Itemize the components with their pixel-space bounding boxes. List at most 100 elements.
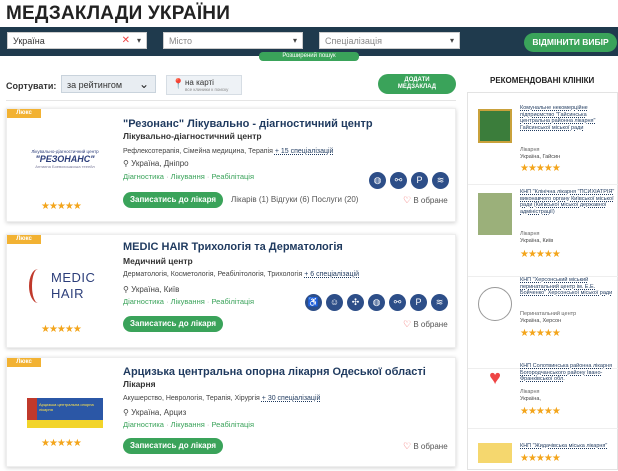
- specialization-placeholder: Спеціалізація: [325, 36, 382, 46]
- location-pin-icon: ⚲: [123, 408, 129, 417]
- city-placeholder: Місто: [169, 36, 193, 46]
- clinic-specs: Акушерство, Неврологія, Терапія, Хірургі…: [123, 395, 320, 402]
- clinic-name[interactable]: Арцизька центральна опорна лікарня Одесь…: [123, 366, 426, 378]
- wifi-icon: ≋: [431, 294, 448, 311]
- sort-value: за рейтингом: [67, 80, 123, 90]
- recommended-location: Україна,: [520, 396, 541, 402]
- map-hint: все клиники к поиску: [185, 87, 229, 92]
- recommended-name[interactable]: Комунальне некомерційне підприємство "Га…: [520, 105, 616, 131]
- location-text: Україна, Київ: [131, 285, 180, 294]
- logo-line: HAIR: [51, 286, 85, 301]
- lux-badge: Люкс: [7, 358, 41, 367]
- recommended-name[interactable]: КНП "Клінічна лікарня "ПСИХІАТРІЯ" викон…: [520, 189, 616, 215]
- lab-icon: ✣: [347, 294, 364, 311]
- recommended-name[interactable]: КНП "Жидачівська міська лікарня": [520, 443, 616, 450]
- payment-icon: ⚯: [389, 294, 406, 311]
- recommended-item[interactable]: КНП "Клінічна лікарня "ПСИХІАТРІЯ" викон…: [468, 185, 618, 277]
- clinic-type: Лікувально-діагностичний центр: [123, 131, 262, 141]
- city-select[interactable]: Місто ▾: [163, 32, 303, 49]
- lux-badge: Люкс: [7, 109, 41, 118]
- clinic-card: Люкс Арцизька центральна опорна лікарня …: [6, 357, 456, 467]
- rating-stars: ★★★★★: [520, 406, 561, 417]
- clinic-card: Люкс MEDIC HAIR ★★★★★ MEDIC HAIR Трихоло…: [6, 234, 456, 348]
- logo-line: Антиина Боевохошкська тееейл: [35, 164, 95, 169]
- tag: Лікування: [170, 420, 205, 429]
- reset-button[interactable]: ВІДМІНИТИ ВИБІР: [524, 33, 617, 52]
- recommended-item[interactable]: КНП "Херсонський міський перинатальний ц…: [468, 277, 618, 369]
- rating-stars: ★★★★★: [41, 324, 82, 335]
- location-text: Україна, Арциз: [131, 408, 187, 417]
- wifi-icon: ≋: [432, 172, 449, 189]
- payment-icon: ⚯: [390, 172, 407, 189]
- rating-stars: ★★★★★: [520, 163, 561, 174]
- location-text: Україна, Дніпро: [131, 159, 189, 168]
- add-clinic-button[interactable]: ДОДАТИ МЕДЗАКЛАД: [378, 74, 456, 94]
- recommended-type: Лікарня: [520, 147, 540, 153]
- logo-mark: [29, 269, 47, 303]
- specialization-select[interactable]: Спеціалізація ▾: [319, 32, 460, 49]
- clinic-location: ⚲ Україна, Арциз: [123, 408, 186, 417]
- heart-logo-icon: ♥: [489, 367, 501, 389]
- clinic-type: Лікарня: [123, 379, 156, 389]
- favorite-button[interactable]: ♡ В обране: [403, 441, 448, 452]
- chevron-down-icon: ▾: [292, 36, 297, 45]
- specs-more-link[interactable]: + 30 спеціалізацій: [262, 395, 321, 402]
- tag: Діагностика: [123, 297, 164, 306]
- recommended-panel: Комунальне некомерційне підприємство "Га…: [467, 92, 618, 470]
- tag: Реабілітація: [211, 172, 255, 181]
- clinic-logo[interactable]: MEDIC HAIR: [29, 267, 109, 307]
- book-doctor-button[interactable]: Записатись до лікаря: [123, 316, 223, 332]
- book-doctor-button[interactable]: Записатись до лікаря: [123, 192, 223, 208]
- clinic-card: Люкс Лікувально-діагностичний центр "РЕЗ…: [6, 108, 456, 222]
- location-pin-icon: ⚲: [123, 285, 129, 294]
- clinic-location: ⚲ Україна, Дніпро: [123, 159, 189, 168]
- page-title: МЕДЗАКЛАДИ УКРАЇНИ: [6, 3, 231, 24]
- book-doctor-button[interactable]: Записатись до лікаря: [123, 438, 223, 454]
- tag: Діагностика: [123, 172, 164, 181]
- chevron-down-icon: ▾: [136, 36, 141, 45]
- globe-icon: ◍: [369, 172, 386, 189]
- clear-icon[interactable]: ✕: [122, 35, 130, 46]
- specs-more-link[interactable]: + 6 спеціалізацій: [304, 271, 359, 278]
- map-label: на карті: [185, 78, 214, 87]
- location-pin-icon: ⚲: [123, 159, 129, 168]
- heart-icon: ♡: [403, 441, 412, 451]
- clinic-logo[interactable]: Арцизька центральна опорна лікарня: [27, 398, 103, 428]
- clinic-name[interactable]: "Резонанс" Лікувально - діагностичний це…: [123, 118, 373, 130]
- logo-line: "РЕЗОНАНС": [35, 154, 95, 164]
- rating-stars: ★★★★★: [41, 201, 82, 212]
- favorite-button[interactable]: ♡ В обране: [403, 319, 448, 330]
- parking-icon: P: [410, 294, 427, 311]
- recommended-item[interactable]: ♥ КНП Солотвинська районна лікарня Богор…: [468, 363, 618, 429]
- recommended-item[interactable]: Комунальне некомерційне підприємство "Га…: [468, 93, 618, 185]
- country-value: Україна: [13, 36, 45, 46]
- clinic-name[interactable]: MEDIC HAIR Трихологія та Дерматологія: [123, 241, 343, 253]
- tag: Лікування: [170, 297, 205, 306]
- specs-more-link[interactable]: + 15 спеціалізацій: [275, 148, 334, 155]
- sort-label: Сортувати:: [6, 81, 57, 91]
- clinic-tags: Діагностика · Лікування · Реабілітація: [123, 420, 255, 429]
- recommended-item[interactable]: КНП "Жидачівська міська лікарня" ★★★★★: [468, 429, 618, 471]
- favorite-button[interactable]: ♡ В обране: [403, 195, 448, 206]
- clinic-thumb: [478, 443, 512, 463]
- logo-stripe: [27, 420, 103, 428]
- clinic-location: ⚲ Україна, Київ: [123, 285, 179, 294]
- favorite-label: В обране: [413, 196, 448, 205]
- tag: Лікування: [170, 172, 205, 181]
- heart-icon: ♡: [403, 319, 412, 329]
- sort-select[interactable]: за рейтингом ⌄: [61, 75, 156, 93]
- divider: [6, 100, 456, 101]
- recommended-name[interactable]: КНП Солотвинська районна лікарня Богород…: [520, 363, 616, 383]
- clinic-logo[interactable]: Лікувально-діагностичний центр "РЕЗОНАНС…: [25, 149, 105, 189]
- tag: Реабілітація: [211, 297, 255, 306]
- heart-icon: ♡: [403, 195, 412, 205]
- logo-line: MEDIC: [51, 270, 96, 285]
- advanced-search-button[interactable]: Розширений пошук: [259, 52, 359, 61]
- favorite-label: В обране: [413, 442, 448, 451]
- clinic-thumb: [478, 193, 512, 235]
- map-button[interactable]: 📍 на карті все клиники к поиску: [166, 75, 242, 95]
- clinic-stats[interactable]: Лікарів (1) Відгуки (6) Послуги (20): [231, 195, 358, 204]
- recommended-name[interactable]: КНП "Херсонський міський перинатальний ц…: [520, 277, 616, 297]
- parking-icon: P: [411, 172, 428, 189]
- country-select[interactable]: Україна ✕ ▾: [7, 32, 147, 49]
